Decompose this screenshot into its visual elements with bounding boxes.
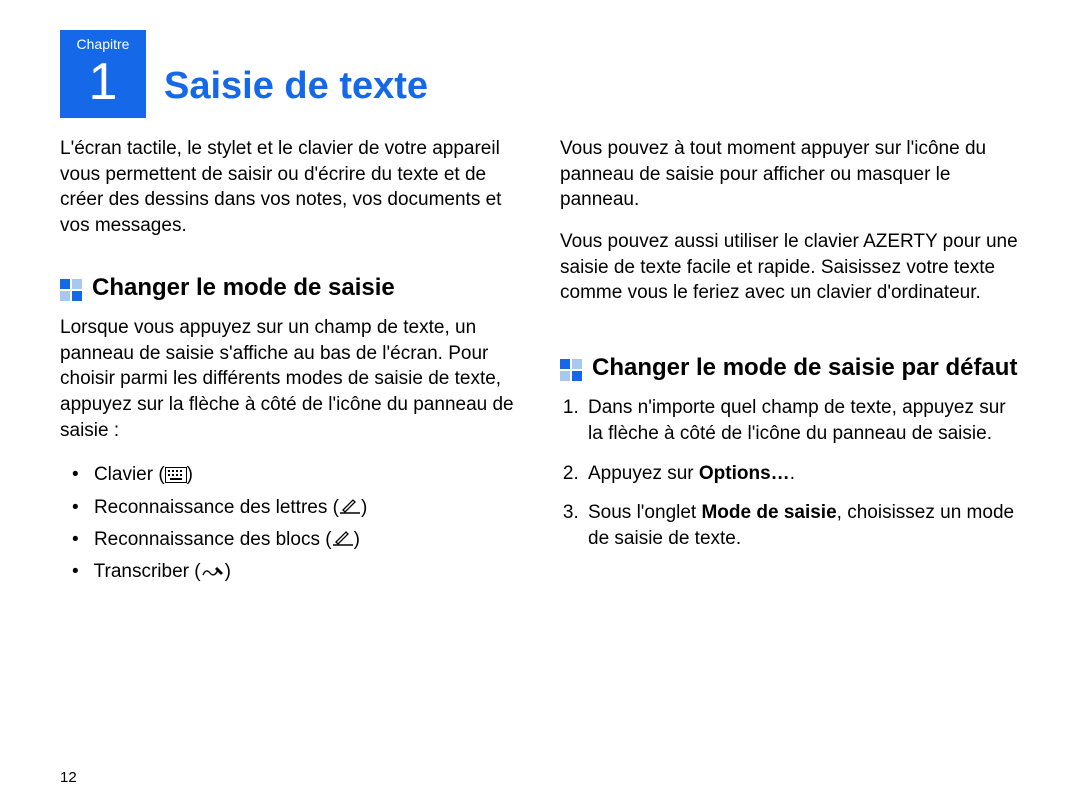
step-text-post: . <box>790 463 795 484</box>
opt-label: Reconnaissance des lettres ( <box>94 497 339 518</box>
list-item: Reconnaissance des blocs () <box>66 524 520 556</box>
right-column: Vous pouvez à tout moment appuyer sur l'… <box>560 136 1020 589</box>
section-heading-input-mode: Changer le mode de saisie <box>60 274 520 302</box>
close-paren: ) <box>187 464 193 485</box>
step-text-pre: Appuyez sur <box>588 463 699 484</box>
steps-list: Dans n'importe quel champ de texte, appu… <box>560 395 1020 551</box>
chapter-header: Chapitre 1 Saisie de texte <box>60 30 1020 118</box>
list-item: Sous l'onglet Mode de saisie, choisissez… <box>584 500 1020 551</box>
section-title: Changer le mode de saisie par défaut <box>592 354 1017 382</box>
transcriber-icon <box>201 564 225 580</box>
close-paren: ) <box>354 529 360 550</box>
pencil-line-icon <box>332 530 354 548</box>
opt-label: Transcriber ( <box>94 561 201 582</box>
section-bullet-icon <box>60 279 82 301</box>
step-text-pre: Sous l'onglet <box>588 502 701 523</box>
keyboard-icon <box>165 467 187 483</box>
chapter-badge: Chapitre 1 <box>60 30 146 118</box>
chapter-title: Saisie de texte <box>164 65 428 108</box>
content-columns: L'écran tactile, le stylet et le clavier… <box>60 136 1020 589</box>
list-item: Transcriber () <box>66 556 520 588</box>
input-mode-list: Clavier () Reconnaissance des lettres ()… <box>60 459 520 588</box>
chapter-label: Chapitre <box>77 36 130 52</box>
section-heading-default-mode: Changer le mode de saisie par défaut <box>560 354 1020 382</box>
pencil-line-icon <box>339 498 361 516</box>
right-p1: Vous pouvez à tout moment appuyer sur l'… <box>560 136 1020 213</box>
left-column: L'écran tactile, le stylet et le clavier… <box>60 136 520 589</box>
step-text: Dans n'importe quel champ de texte, appu… <box>588 397 1006 444</box>
list-item: Appuyez sur Options…. <box>584 461 1020 487</box>
list-item: Clavier () <box>66 459 520 491</box>
section1-paragraph: Lorsque vous appuyez sur un champ de tex… <box>60 315 520 443</box>
page-number: 12 <box>60 769 77 786</box>
step-text-bold: Options… <box>699 463 790 484</box>
opt-label: Reconnaissance des blocs ( <box>94 529 332 550</box>
chapter-number: 1 <box>89 56 118 108</box>
intro-paragraph: L'écran tactile, le stylet et le clavier… <box>60 136 520 239</box>
close-paren: ) <box>225 561 231 582</box>
section-bullet-icon <box>560 359 582 381</box>
step-text-bold: Mode de saisie <box>701 502 836 523</box>
opt-label: Clavier ( <box>94 464 165 485</box>
section-title: Changer le mode de saisie <box>92 274 395 302</box>
close-paren: ) <box>361 497 367 518</box>
right-p2: Vous pouvez aussi utiliser le clavier AZ… <box>560 229 1020 306</box>
list-item: Reconnaissance des lettres () <box>66 492 520 524</box>
list-item: Dans n'importe quel champ de texte, appu… <box>584 395 1020 446</box>
